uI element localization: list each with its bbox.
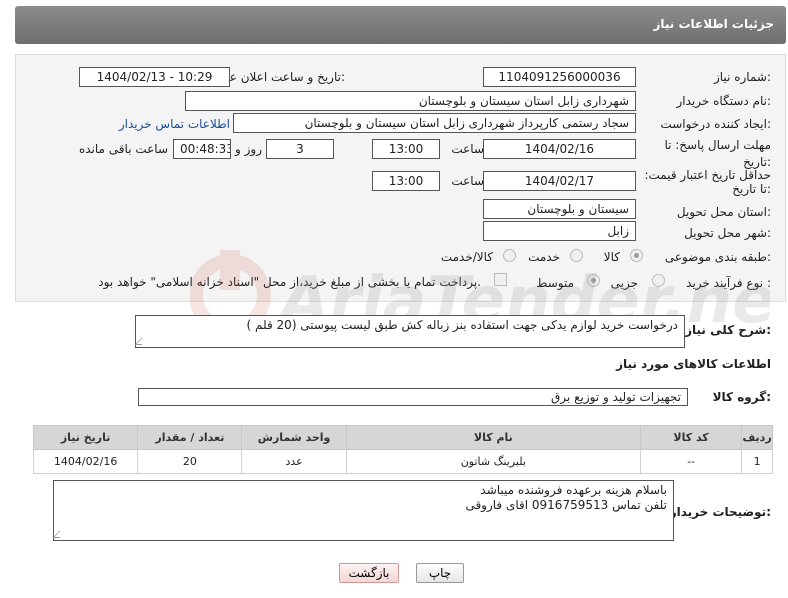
category-goods-service-radio[interactable] [503,249,516,262]
col-item-code: کد کالا [639,425,743,450]
goods-section-title: اطلاعات کالاهای مورد نیاز [616,357,771,371]
print-button[interactable]: چاپ [416,563,464,583]
process-medium-radio[interactable] [587,274,600,287]
price-validity-time: 13:00 [372,171,440,191]
days-label: روز و [235,142,262,156]
reply-time-label: ساعت [451,142,484,156]
buyer-org-field: شهرداری زابل استان سیستان و بلوچستان [185,91,636,111]
category-goods-label: کالا [603,250,620,264]
category-service-label: خدمت [528,250,560,264]
delivery-province-field: سیستان و بلوچستان [483,199,636,219]
process-medium-label: متوسط [536,276,574,290]
remaining-time-field: 00:48:33 [173,139,231,159]
back-button[interactable]: بازگشت [339,563,399,583]
cell-unit: عدد [241,449,347,474]
announce-datetime-field: 1404/02/13 - 10:29 [79,67,230,87]
buyer-notes-line-1: باسلام هزینه برعهده فروشنده میباشد [480,483,667,497]
col-quantity: تعداد / مقدار [137,425,243,450]
requester-label: ایجاد کننده درخواست: [660,117,771,131]
treasury-payment-note: پرداخت تمام یا بخشی از مبلغ خرید،از محل … [98,275,481,289]
category-label: طبقه بندی موضوعی: [664,250,771,264]
page-title: جزئیات اطلاعات نیاز [653,17,774,31]
buyer-contact-link[interactable]: اطلاعات تماس خریدار [119,117,230,131]
buyer-notes-label: توضیحات خریدار: [669,505,771,519]
process-type-label: نوع فرآیند خرید : [686,276,771,290]
reply-deadline-date: 1404/02/16 [483,139,636,159]
need-number-field: 1104091256000036 [483,67,636,87]
items-table-header: ردیف کد کالا نام کالا واحد شمارش تعداد /… [32,425,773,450]
reply-deadline-time: 13:00 [372,139,440,159]
delivery-province-label: استان محل تحویل: [676,205,771,219]
category-service-radio[interactable] [570,249,583,262]
process-minor-label: جزیی [610,276,638,290]
items-table: ردیف کد کالا نام کالا واحد شمارش تعداد /… [32,425,773,474]
buyer-org-label: نام دستگاه خریدار: [676,94,772,108]
category-goods-service-label: کالا/خدمت [440,250,493,264]
price-validity-date: 1404/02/17 [483,171,636,191]
col-item-name: نام کالا [345,425,641,450]
buyer-notes-textarea: باسلام هزینه برعهده فروشنده میباشد تلفن … [53,480,674,541]
goods-group-field: تجهیزات تولید و توزیع برق [138,388,688,406]
buyer-notes-line-2: تلفن تماس 0916759513 اقای فاروقی [465,498,667,512]
category-goods-radio[interactable] [630,249,643,262]
remaining-time-label: ساعت باقی مانده [78,142,168,156]
col-need-date: تاریخ نیاز [32,425,139,450]
cell-need-date: 1404/02/16 [32,449,139,474]
cell-row-number: 1 [741,449,773,474]
requester-field: سجاد رستمی کارپرداز شهرداری زابل استان س… [233,113,636,133]
treasury-payment-checkbox[interactable] [494,273,507,286]
reply-days-field: 3 [266,139,334,159]
summary-label: شرح کلی نیاز: [685,323,771,337]
goods-group-label: گروه کالا: [712,390,771,404]
cell-item-name: بلبرینگ شاتون [345,449,641,474]
cell-item-code: -- [639,449,743,474]
price-time-label: ساعت [451,174,484,188]
table-row: 1 -- بلبرینگ شاتون عدد 20 1404/02/16 [32,449,773,474]
reply-deadline-label: مهلت ارسال پاسخ: تا تاریخ: [664,138,771,169]
col-row-number: ردیف [741,425,773,450]
cell-quantity: 20 [137,449,243,474]
col-unit: واحد شمارش [241,425,347,450]
summary-textarea: درخواست خرید لوازم یدکی جهت استفاده بنز … [135,315,685,348]
price-validity-label: حداقل تاریخ اعتبار قیمت: تا تاریخ: [644,168,771,196]
delivery-city-label: شهر محل تحویل: [684,226,771,240]
need-number-label: شماره نیاز: [713,70,771,84]
page-header: جزئیات اطلاعات نیاز [15,6,786,44]
delivery-city-field: زابل [483,221,636,241]
process-minor-radio[interactable] [652,274,665,287]
